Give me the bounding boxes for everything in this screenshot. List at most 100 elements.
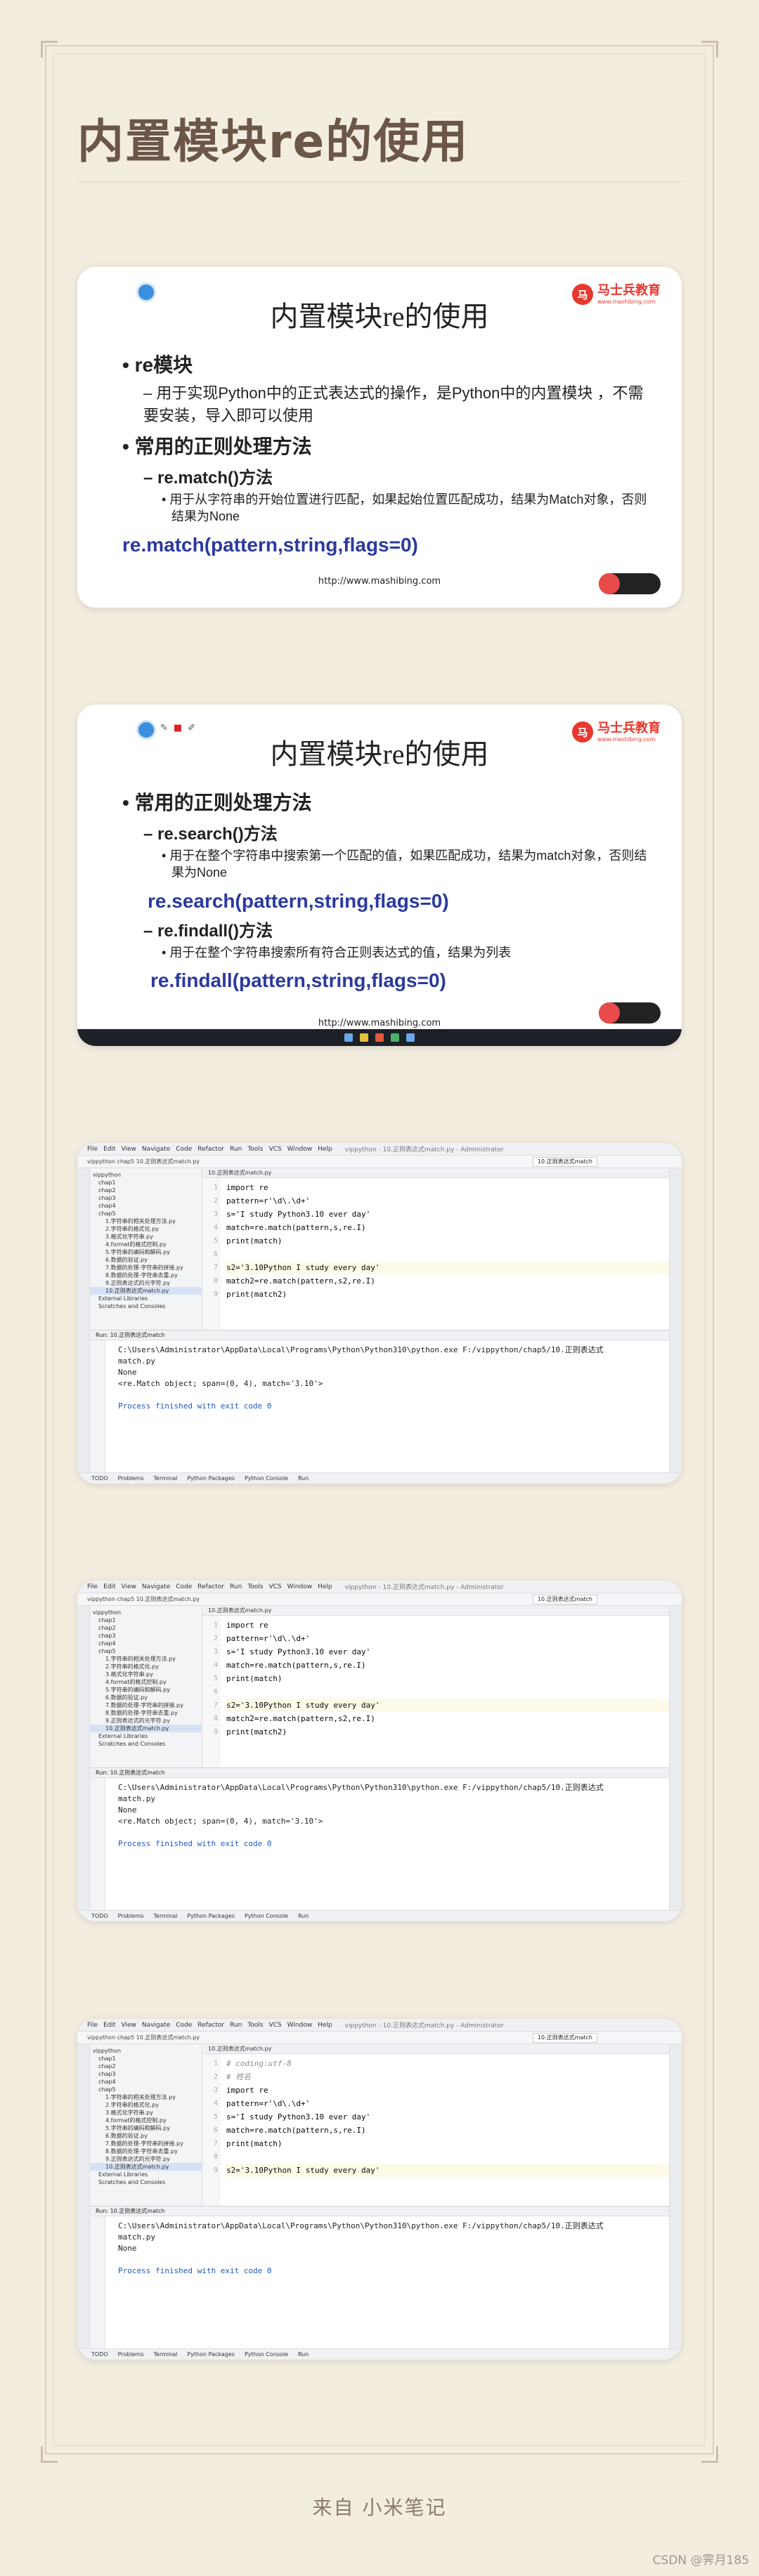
menu-item[interactable]: Tools	[247, 2022, 263, 2029]
tree-item[interactable]: Scratches and Consoles	[90, 2178, 202, 2186]
tool-tab[interactable]: TODO	[91, 1911, 108, 1921]
run-tab[interactable]: Run: 10.正则表达式match	[90, 1331, 669, 1340]
menu-item[interactable]: File	[87, 1146, 98, 1153]
tree-item[interactable]: 10.正则表达式match.py	[90, 1725, 202, 1732]
tree-item[interactable]: 5.字符串的编码和解码.py	[90, 1686, 202, 1694]
tree-item[interactable]: 2.字符串的格式化.py	[90, 2101, 202, 2109]
tree-item[interactable]: 6.数据的验证.py	[90, 2132, 202, 2140]
tree-item[interactable]: chap3	[90, 1632, 202, 1640]
tree-item[interactable]: vippython	[90, 1609, 202, 1616]
tree-item[interactable]: 7.数据的处理-字符串的拼接.py	[90, 2140, 202, 2147]
breadcrumb[interactable]: vippython chap5 10.正则表达式match.py	[87, 1595, 200, 1603]
menu-item[interactable]: Refactor	[197, 2022, 224, 2029]
tree-item[interactable]: 6.数据的验证.py	[90, 1694, 202, 1701]
tree-item[interactable]: Scratches and Consoles	[90, 1740, 202, 1748]
menu-item[interactable]: VCS	[268, 2022, 281, 2029]
tool-tab[interactable]: Terminal	[154, 1473, 178, 1484]
tree-item[interactable]: 1.字符串的相关处理方法.py	[90, 1217, 202, 1225]
start-icon[interactable]	[344, 1033, 353, 1042]
tree-item[interactable]: 6.数据的验证.py	[90, 1256, 202, 1264]
tool-tab[interactable]: Terminal	[154, 1911, 178, 1921]
tool-tab[interactable]: Python Packages	[187, 2349, 235, 2360]
menu-item[interactable]: Edit	[103, 2022, 115, 2029]
run-config-select[interactable]: 10.正则表达式match	[532, 1157, 597, 1167]
tree-item[interactable]: 10.正则表达式match.py	[90, 2163, 202, 2171]
tree-item[interactable]: 9.正则表达式的元字符.py	[90, 2155, 202, 2163]
menu-item[interactable]: Help	[318, 1146, 332, 1153]
tree-item[interactable]: chap4	[90, 2078, 202, 2086]
tree-item[interactable]: chap2	[90, 1186, 202, 1194]
menu-item[interactable]: Window	[287, 1146, 313, 1153]
tree-item[interactable]: 3.格式化字符串.py	[90, 2109, 202, 2117]
tree-item[interactable]: 9.正则表达式的元字符.py	[90, 1717, 202, 1725]
menu-item[interactable]: Help	[318, 1583, 332, 1590]
tree-item[interactable]: vippython	[90, 2047, 202, 2055]
tree-item[interactable]: chap1	[90, 1179, 202, 1186]
tree-item[interactable]: chap2	[90, 1624, 202, 1632]
editor-tab[interactable]: 10.正则表达式match.py	[202, 1606, 669, 1616]
menu-item[interactable]: Run	[230, 1583, 242, 1590]
app-icon[interactable]	[375, 1033, 384, 1042]
tree-item[interactable]: chap4	[90, 1640, 202, 1647]
menu-item[interactable]: View	[122, 2022, 136, 2029]
tool-tab[interactable]: Python Packages	[187, 1911, 235, 1921]
tool-tab[interactable]: Python Console	[245, 1473, 288, 1484]
app-icon[interactable]	[391, 1033, 399, 1042]
tree-item[interactable]: 2.字符串的格式化.py	[90, 1663, 202, 1671]
breadcrumb[interactable]: vippython chap5 10.正则表达式match.py	[87, 1158, 200, 1165]
tree-item[interactable]: Scratches and Consoles	[90, 1302, 202, 1310]
tree-item[interactable]: chap1	[90, 2055, 202, 2062]
code-area[interactable]: import re pattern=r'\d\.\d+' s='I study Py…	[226, 1619, 669, 1739]
tree-item[interactable]: External Libraries	[90, 2171, 202, 2178]
tree-item[interactable]: 10.正则表达式match.py	[90, 1287, 202, 1295]
menu-item[interactable]: Run	[230, 1146, 242, 1153]
menu-item[interactable]: Help	[318, 2022, 332, 2029]
menu-item[interactable]: Code	[176, 2022, 192, 2029]
tree-item[interactable]: 7.数据的处理-字符串的拼接.py	[90, 1264, 202, 1271]
run-tab[interactable]: Run: 10.正则表达式match	[90, 2206, 669, 2216]
editor-tab[interactable]: 10.正则表达式match.py	[202, 1168, 669, 1178]
tree-item[interactable]: 1.字符串的相关处理方法.py	[90, 2093, 202, 2101]
tree-item[interactable]: chap5	[90, 2086, 202, 2093]
folder-icon[interactable]	[360, 1033, 368, 1042]
tool-tab[interactable]: Run	[298, 1473, 309, 1484]
menu-item[interactable]: File	[87, 2022, 98, 2029]
tree-item[interactable]: External Libraries	[90, 1732, 202, 1740]
tree-item[interactable]: 8.数据的处理-字符串去重.py	[90, 1709, 202, 1717]
code-area[interactable]: import re pattern=r'\d\.\d+' s='I study Py…	[226, 1181, 669, 1301]
menu-item[interactable]: Tools	[247, 1146, 263, 1153]
run-config-select[interactable]: 10.正则表达式match	[532, 2033, 597, 2043]
tree-item[interactable]: chap1	[90, 1616, 202, 1624]
menu-item[interactable]: Tools	[247, 1583, 263, 1590]
app-icon[interactable]	[406, 1033, 415, 1042]
tree-item[interactable]: chap3	[90, 2070, 202, 2078]
menu-item[interactable]: File	[87, 1583, 98, 1590]
menu-item[interactable]: Code	[176, 1146, 192, 1153]
run-config-select[interactable]: 10.正则表达式match	[532, 1595, 597, 1604]
breadcrumb[interactable]: vippython chap5 10.正则表达式match.py	[87, 2034, 200, 2041]
tool-tab[interactable]: Terminal	[154, 2349, 178, 2360]
tool-tab[interactable]: Run	[298, 1911, 309, 1921]
menu-item[interactable]: Run	[230, 2022, 242, 2029]
tree-item[interactable]: 5.字符串的编码和解码.py	[90, 1248, 202, 1256]
tree-item[interactable]: 5.字符串的编码和解码.py	[90, 2124, 202, 2132]
menu-item[interactable]: Window	[287, 2022, 313, 2029]
tree-item[interactable]: 7.数据的处理-字符串的拼接.py	[90, 1701, 202, 1709]
menu-item[interactable]: Edit	[103, 1583, 115, 1590]
menu-item[interactable]: Window	[287, 1583, 313, 1590]
editor-tab[interactable]: 10.正则表达式match.py	[202, 2044, 669, 2054]
menu-item[interactable]: Refactor	[197, 1583, 224, 1590]
menu-item[interactable]: View	[122, 1146, 136, 1153]
tree-item[interactable]: chap5	[90, 1647, 202, 1655]
tool-tab[interactable]: Problems	[118, 2349, 144, 2360]
tree-item[interactable]: 9.正则表达式的元字符.py	[90, 1279, 202, 1287]
tool-tab[interactable]: Python Console	[245, 1911, 288, 1921]
tool-tab[interactable]: TODO	[91, 1473, 108, 1484]
menu-item[interactable]: Code	[176, 1583, 192, 1590]
menu-item[interactable]: VCS	[268, 1146, 281, 1153]
tree-item[interactable]: chap5	[90, 1210, 202, 1217]
tool-tab[interactable]: Python Console	[245, 2349, 288, 2360]
tree-item[interactable]: chap3	[90, 1194, 202, 1202]
tree-item[interactable]: 4.format的格式控制.py	[90, 1678, 202, 1686]
tree-item[interactable]: External Libraries	[90, 1295, 202, 1302]
